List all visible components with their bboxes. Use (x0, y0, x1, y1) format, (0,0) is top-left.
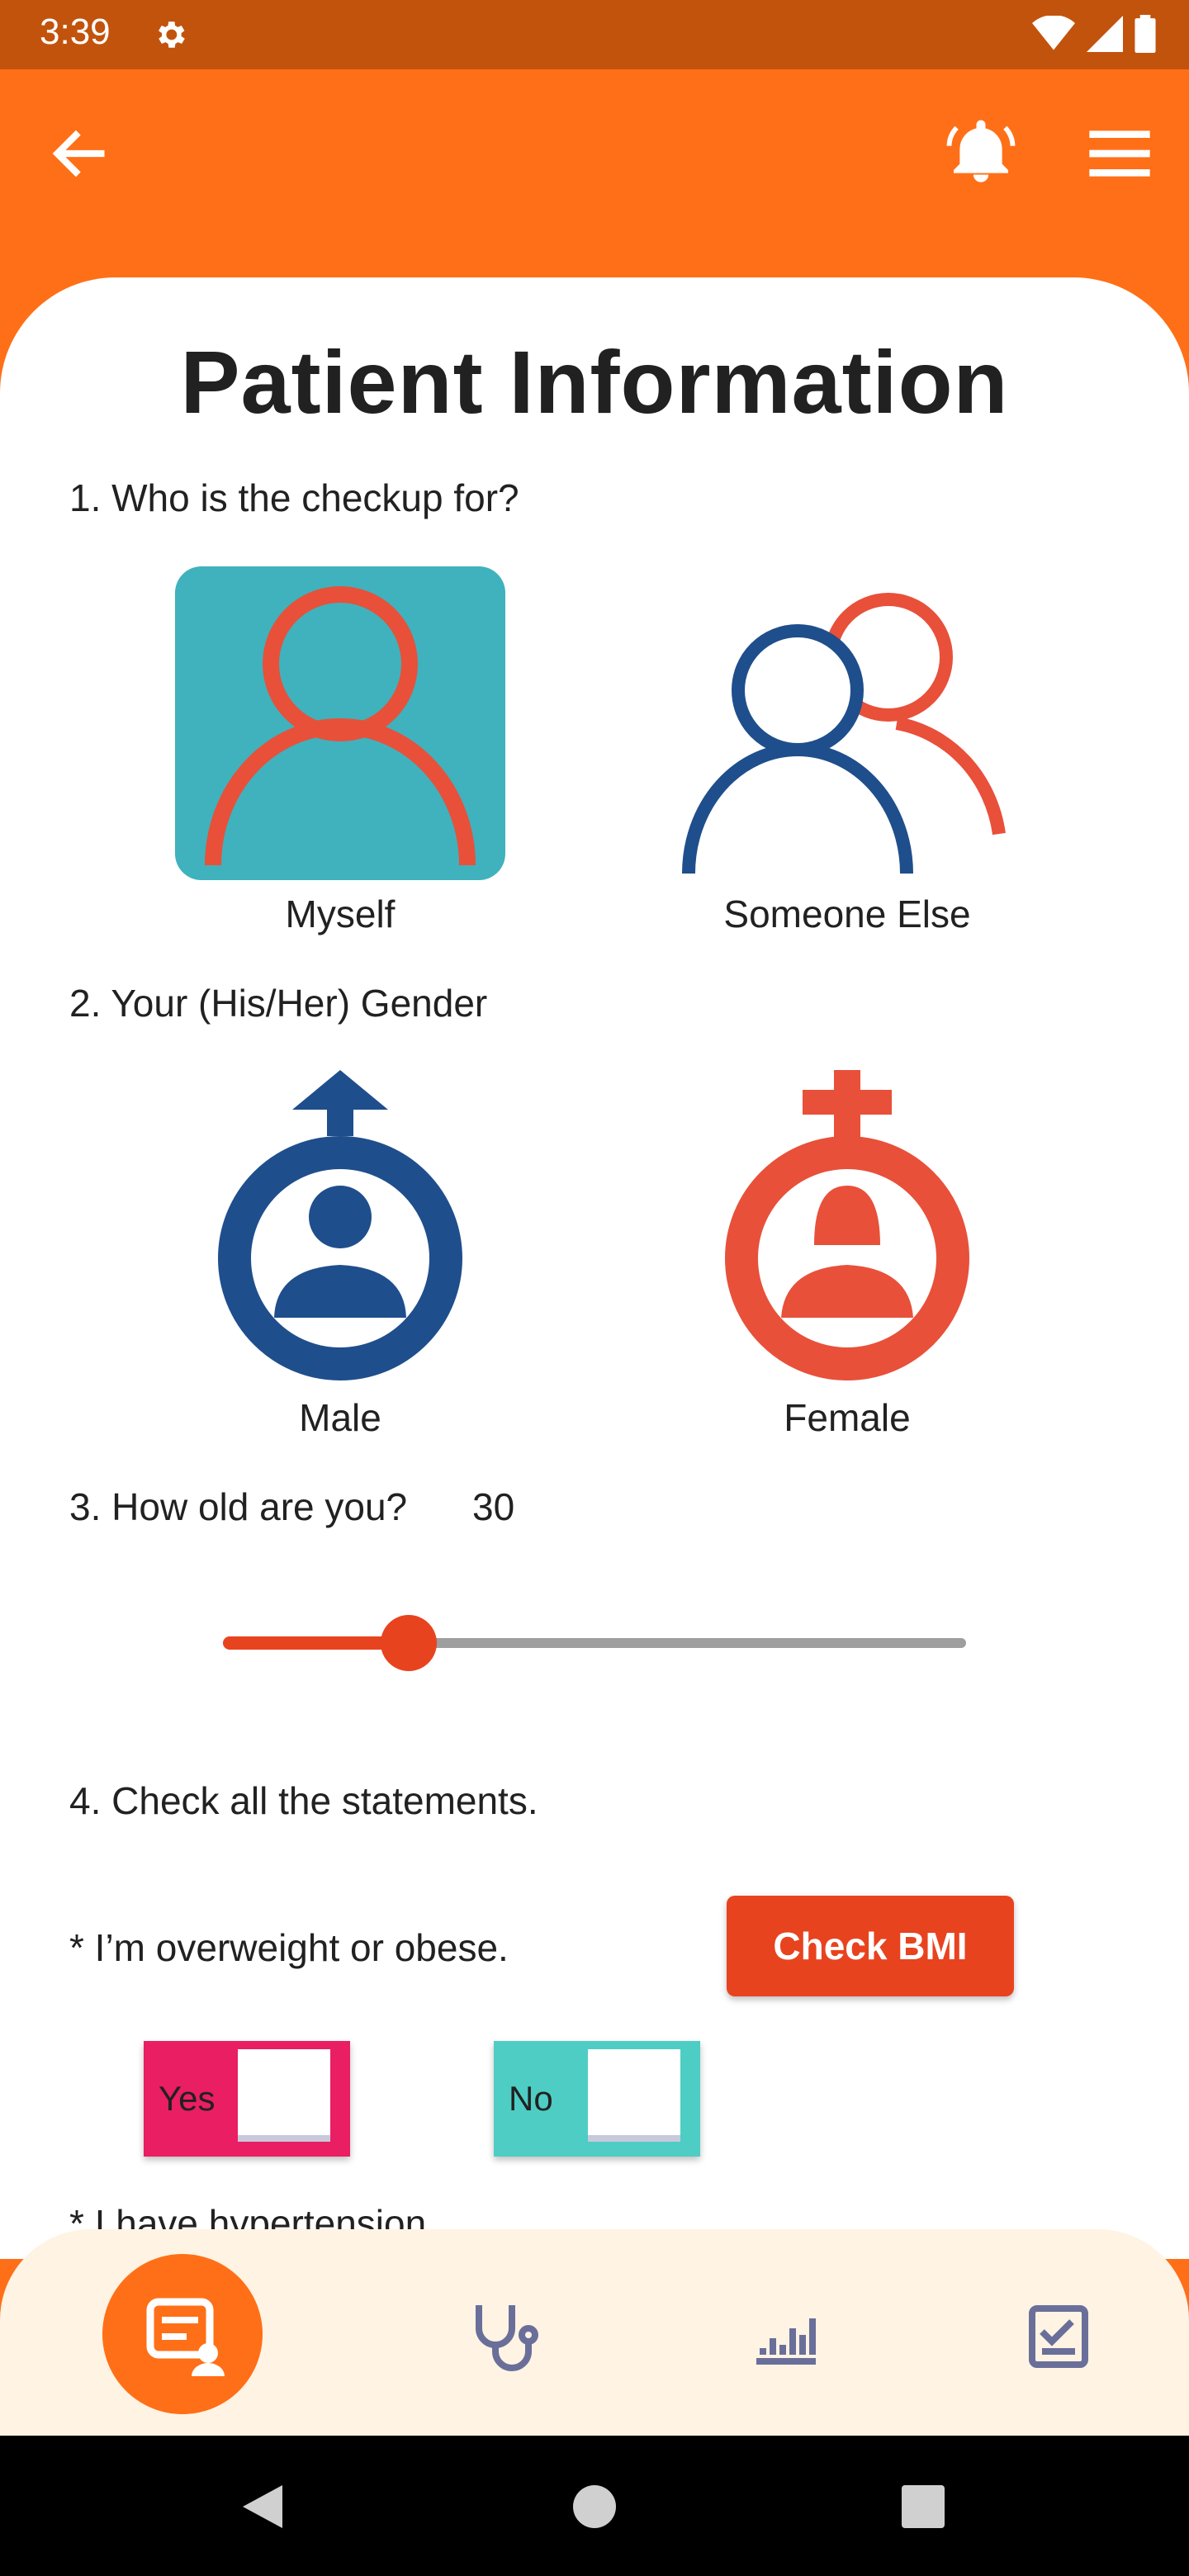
wifi-icon (1032, 16, 1075, 50)
age-value: 30 (472, 1485, 515, 1528)
chat-doctor-icon (146, 2298, 225, 2376)
signal-icon (1087, 16, 1123, 52)
toggle-knob (238, 2049, 330, 2142)
hamburger-menu-icon[interactable] (1087, 124, 1153, 183)
stethoscope-icon[interactable] (466, 2295, 545, 2375)
bell-ringing-icon[interactable] (945, 116, 1017, 188)
question-age: 3. How old are you? (69, 1485, 408, 1528)
option-male[interactable]: Male (175, 1070, 505, 1440)
system-navigation-bar (0, 2436, 1189, 2576)
page-title: Patient Information (180, 332, 1009, 432)
toggle-knob (588, 2049, 680, 2142)
slider-thumb[interactable] (381, 1615, 437, 1671)
person-icon (205, 586, 476, 866)
overweight-yes-toggle[interactable]: Yes (144, 2041, 350, 2157)
option-male-label: Male (299, 1396, 381, 1439)
check-bmi-button[interactable]: Check BMI (727, 1896, 1014, 1996)
two-people-icon (682, 593, 1006, 874)
overweight-no-toggle[interactable]: No (494, 2041, 700, 2157)
option-someone-else-label: Someone Else (723, 893, 971, 935)
question-statements: 4. Check all the statements. (69, 1779, 538, 1822)
yes-label: Yes (159, 2079, 216, 2118)
question-gender: 2. Your (His/Her) Gender (69, 982, 488, 1025)
recents-square-icon[interactable] (902, 2485, 945, 2528)
option-female-label: Female (784, 1396, 911, 1439)
chart-icon[interactable] (746, 2295, 826, 2375)
status-time: 3:39 (40, 12, 111, 52)
no-label: No (509, 2079, 553, 2118)
app-bar (0, 69, 1189, 234)
home-circle-icon[interactable] (571, 2484, 618, 2530)
checklist-icon[interactable] (1019, 2295, 1098, 2375)
someone-else-tile[interactable] (682, 566, 1012, 880)
nav-chat-doctor[interactable] (102, 2254, 263, 2414)
battery-icon (1135, 15, 1156, 53)
bottom-navigation (0, 2229, 1189, 2436)
age-slider[interactable] (223, 1615, 966, 1671)
myself-tile[interactable] (175, 566, 505, 880)
female-tile[interactable] (682, 1070, 1012, 1384)
back-triangle-icon[interactable] (239, 2482, 286, 2531)
male-tile[interactable] (175, 1070, 505, 1384)
female-symbol-icon (725, 1070, 969, 1380)
male-symbol-icon (218, 1070, 462, 1380)
option-female[interactable]: Female (682, 1070, 1012, 1440)
option-someone-else[interactable]: Someone Else (682, 566, 1012, 936)
settings-gear-icon (159, 21, 185, 48)
option-myself-label: Myself (285, 893, 396, 935)
status-bar: 3:39 (0, 0, 1189, 69)
question-checkup-for: 1. Who is the checkup for? (69, 476, 519, 519)
option-myself[interactable]: Myself (175, 566, 505, 936)
statement-overweight: * I’m overweight or obese. (69, 1926, 509, 1969)
arrow-left-icon[interactable] (50, 122, 112, 185)
